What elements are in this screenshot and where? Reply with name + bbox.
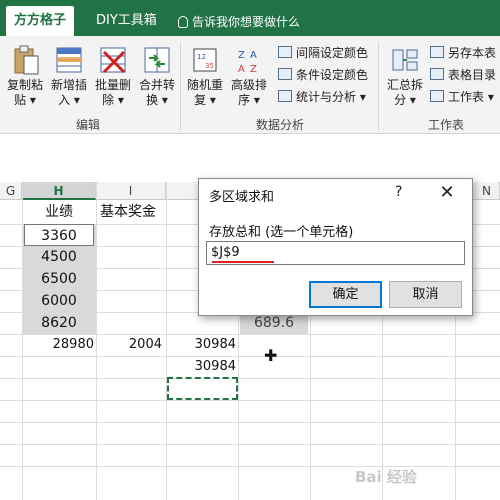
gridline [0,400,500,401]
cell-i-sum[interactable]: 2004 [96,334,162,356]
cell-h-value[interactable]: 8620 [22,312,96,334]
condition-color-label: 条件设定颜色 [296,68,369,82]
dialog-prompt: 存放总和 (选一个单元格) [209,225,354,240]
ok-button[interactable]: 确定 [309,281,382,308]
merge-convert-label-2: 换 ▾ [146,93,168,107]
cell-h-sum[interactable]: 28980 [22,334,94,356]
close-button[interactable]: ✕ [437,182,457,203]
watermark-logo: Bai 经验 [355,468,417,486]
copy-paste-button[interactable]: 复制粘 贴 ▾ [4,44,46,108]
stats-icon [278,90,292,102]
random-repeat-label-1: 随机重 [186,78,223,92]
insert-new-label-1: 新增插 [50,78,87,92]
gridline [0,422,500,423]
ribbon-tab-bar: 方方格子 DIY工具箱 告诉我你想要做什么 [0,0,500,36]
tab-diy-toolbox[interactable]: DIY工具箱 [88,8,165,36]
column-header-n-label: N [482,184,491,198]
cell-i-header[interactable]: 基本奖金 [100,200,166,224]
interval-color-icon [278,46,292,58]
merge-convert-label-1: 合并转 [138,78,175,92]
condition-color-icon [278,68,292,80]
column-header-g[interactable]: G [0,182,22,200]
interval-color-label: 间隔设定颜色 [296,46,369,60]
merge-convert-icon [142,44,172,76]
copy-marquee [167,377,238,400]
advanced-sort-label-1: 高级排 [230,78,267,92]
insert-new-label-2: 入 ▾ [58,93,80,107]
cell-h-value[interactable]: 6500 [22,268,96,290]
advanced-sort-label-2: 序 ▾ [238,93,260,107]
lightbulb-icon [178,16,188,28]
sort-az-icon: ZAAZ [234,44,264,76]
ribbon-body: 复制粘 贴 ▾ 新增插 入 ▾ 批量删 除 ▾ 合并转 换 ▾ 编辑 12 35 … [0,36,500,134]
help-button[interactable]: ? [395,184,402,200]
summary-split-label-2: 分 ▾ [394,93,416,107]
analysis-group-label: 数据分析 [256,118,305,132]
delete-table-icon [98,44,128,76]
summary-split-button[interactable]: 汇总拆 分 ▾ [384,44,426,108]
directory-icon [430,68,444,80]
svg-text:A: A [238,64,245,75]
multi-area-sum-dialog: 多区域求和 ? ✕ 存放总和 (选一个单元格) $J$9 确定 取消 [198,178,473,316]
svg-text:Z: Z [238,50,245,61]
red-underline-annotation [212,261,274,263]
gridline [0,444,500,445]
stats-analysis-button[interactable]: 统计与分析 ▾ [278,88,366,106]
random-dice-icon: 12 35 [190,44,220,76]
tab-fangfanggezi[interactable]: 方方格子 [6,6,75,36]
gridline [0,378,500,379]
column-header-h[interactable]: H [22,182,96,200]
insert-new-button[interactable]: 新增插 入 ▾ [48,44,90,108]
sum-target-input[interactable]: $J$9 [206,241,465,265]
random-repeat-label-2: 复 ▾ [194,93,216,107]
tell-me-search[interactable]: 告诉我你想要做什么 [178,13,300,30]
column-header-i[interactable]: I [96,182,166,200]
table-directory-button[interactable]: 表格目录 [430,66,496,84]
cell-h-value[interactable]: 6000 [22,290,96,312]
copy-paste-label-1: 复制粘 [6,78,43,92]
cell-h-value[interactable]: 4500 [22,246,96,268]
svg-text:35: 35 [205,62,214,70]
worksheet-group-label: 工作表 [428,118,465,132]
batch-delete-button[interactable]: 批量删 除 ▾ [92,44,134,108]
clipboard-icon [10,44,40,76]
svg-text:12: 12 [197,53,206,61]
insert-table-icon [54,44,84,76]
worksheet-icon [430,90,444,102]
random-repeat-button[interactable]: 12 35 随机重 复 ▾ [184,44,226,108]
cell-h-active[interactable]: 3360 [24,224,94,246]
ribbon-separator [378,42,379,130]
gridline [0,356,500,357]
dialog-title: 多区域求和 [209,190,275,205]
cell-h-header[interactable]: 业绩 [22,200,96,224]
cancel-button[interactable]: 取消 [389,281,462,308]
save-sheet-label: 另存本表 [448,46,497,60]
worksheet-menu-button[interactable]: 工作表 ▾ [430,88,494,106]
svg-text:Z: Z [250,64,257,75]
save-icon [430,46,444,58]
advanced-sort-button[interactable]: ZAAZ 高级排 序 ▾ [228,44,270,108]
summary-split-label-1: 汇总拆 [386,78,423,92]
stats-analysis-label: 统计与分析 ▾ [296,90,366,104]
batch-delete-label-2: 除 ▾ [102,93,124,107]
condition-color-button[interactable]: 条件设定颜色 [278,66,368,84]
edit-group-label: 编辑 [76,118,101,132]
table-directory-label: 表格目录 [448,68,497,82]
ribbon-separator [180,42,181,130]
svg-text:A: A [250,50,257,61]
summary-split-icon [390,44,420,76]
cell-cursor-icon: ✚ [264,346,278,365]
copy-paste-label-2: 贴 ▾ [14,93,36,107]
tell-me-text: 告诉我你想要做什么 [192,15,301,29]
save-sheet-button[interactable]: 另存本表 [430,44,496,62]
merge-convert-button[interactable]: 合并转 换 ▾ [136,44,178,108]
worksheet-menu-label: 工作表 ▾ [448,90,494,104]
sum-target-value: $J$9 [211,245,240,260]
cell-j-total[interactable]: 30984 [166,356,236,378]
interval-color-button[interactable]: 间隔设定颜色 [278,44,368,62]
cell-j-sum[interactable]: 30984 [166,334,236,356]
gridline [0,466,500,467]
batch-delete-label-1: 批量删 [94,78,131,92]
